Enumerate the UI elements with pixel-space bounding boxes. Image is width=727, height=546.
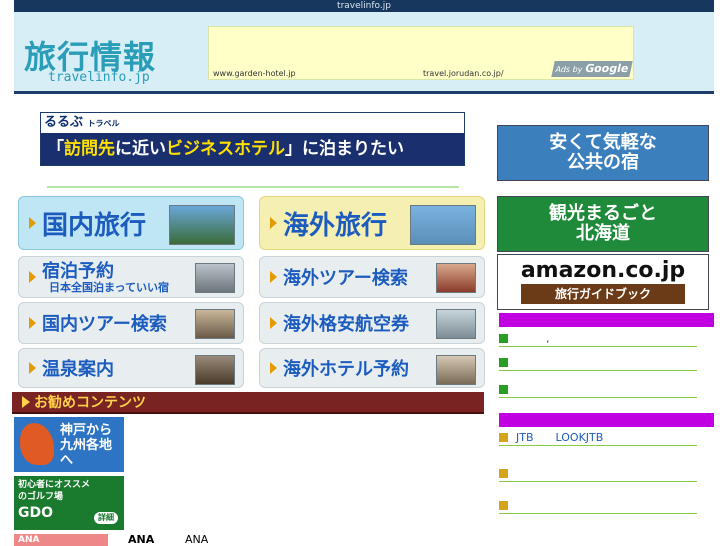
rooster-icon [20, 423, 54, 465]
rurubu-brand: るるぶ [44, 115, 84, 130]
arrow-icon [29, 362, 36, 374]
tile-label: 海外ホテル予約 [283, 359, 409, 380]
tile-lodging-reservation[interactable]: 宿泊予約 日本全国泊まっていい宿 [18, 256, 244, 298]
ana-text[interactable]: ANA [185, 533, 208, 546]
public-lodging-banner[interactable]: 安くて気軽な 公共の宿 [497, 125, 709, 181]
rurubu-brand-sub: トラベル [87, 119, 120, 128]
tile-label: 海外旅行 [283, 210, 388, 241]
rurubu-logo: るるぶ トラベル [41, 113, 464, 133]
right-link-5[interactable] [499, 466, 697, 482]
site-name: travelinfo.jp [337, 1, 391, 11]
tile-domestic-tour-search[interactable]: 国内ツアー検索 [18, 302, 244, 344]
building-photo [195, 263, 235, 293]
skymark-line1: 神戸から [60, 423, 113, 438]
arrow-icon [270, 317, 277, 329]
gdo-golf-banner[interactable]: 初心者にオススメ のゴルフ場 GDO 詳細 [14, 476, 124, 530]
skymark-line2: 九州各地へ [60, 438, 113, 468]
bullet-icon [499, 358, 508, 367]
header: 旅行情報 travelinfo.jp www.garden-hotel.jp t… [14, 12, 714, 94]
hokkaido-line1: 観光まるごと [549, 203, 657, 224]
right-link-jtb[interactable]: JTB LOOKJTB [499, 430, 697, 446]
slogan-mid: に近い [115, 139, 166, 159]
ana-link[interactable]: ANA [128, 533, 154, 546]
slogan-close: 」に泊まりたい [285, 139, 404, 159]
bullet-icon [499, 469, 508, 478]
tile-label: 海外格安航空券 [283, 314, 409, 335]
hot-spring-photo [195, 355, 235, 385]
ad-link-garden-hotel[interactable]: www.garden-hotel.jp [213, 69, 296, 78]
tile-label: 国内ツアー検索 [42, 314, 167, 335]
ads-by-label: Ads by [554, 65, 584, 74]
bullet-icon [499, 433, 508, 442]
arrow-icon [270, 271, 277, 283]
train-photo [195, 309, 235, 339]
divider-line [47, 186, 459, 188]
jtb-link[interactable]: JTB [516, 431, 534, 444]
public-lodging-line2: 公共の宿 [567, 152, 639, 173]
arrow-icon [29, 271, 36, 283]
right-link-text: , [546, 332, 550, 345]
public-lodging-line1: 安くて気軽な [549, 132, 657, 153]
right-link-3[interactable] [499, 382, 697, 398]
ads-by-google-button[interactable]: Ads by Google [551, 61, 633, 77]
tile-overseas-hotel-reservation[interactable]: 海外ホテル予約 [259, 348, 485, 388]
gdo-details-button[interactable]: 詳細 [94, 512, 118, 524]
slogan-open: 「 [47, 139, 64, 159]
arrow-icon [270, 217, 277, 229]
skymark-banner[interactable]: 神戸から 九州各地へ SKYMARK AIRLINES [14, 417, 124, 479]
rurubu-slogan: 「訪問先に近いビジネスホテル」に泊まりたい [41, 133, 464, 165]
gdo-line2: のゴルフ場 [18, 492, 64, 502]
ana-banner[interactable]: ANA [14, 534, 108, 546]
hokkaido-banner[interactable]: 観光まるごと 北海道 [497, 196, 709, 252]
statue-of-liberty-photo [410, 205, 476, 245]
right-link-2[interactable] [499, 355, 697, 371]
tile-overseas-tour-search[interactable]: 海外ツアー検索 [259, 256, 485, 298]
arrow-icon [270, 362, 277, 374]
hokkaido-text: 観光まるごと 北海道 [549, 204, 657, 244]
logo-subtitle[interactable]: travelinfo.jp [48, 70, 150, 85]
tile-label: 国内旅行 [42, 210, 147, 241]
lookjtb-link[interactable]: LOOKJTB [556, 431, 604, 444]
amazon-guidebook-banner[interactable]: amazon.co.jp 旅行ガイドブック [497, 254, 709, 310]
tile-sublabel: 日本全国泊まっていい宿 [49, 281, 170, 294]
temple-photo [436, 263, 476, 293]
public-lodging-text: 安くて気軽な 公共の宿 [549, 133, 656, 173]
hokkaido-line2: 北海道 [576, 223, 630, 244]
bullet-icon [499, 501, 508, 510]
tile-onsen-guide[interactable]: 温泉案内 [18, 348, 244, 388]
tile-overseas-travel[interactable]: 海外旅行 [259, 196, 485, 250]
rurubu-hotel-banner[interactable]: るるぶ トラベル 「訪問先に近いビジネスホテル」に泊まりたい [40, 112, 465, 166]
tile-label: 海外ツアー検索 [283, 268, 408, 289]
tile-cheap-flights[interactable]: 海外格安航空券 [259, 302, 485, 344]
arrow-icon [29, 317, 36, 329]
google-label: Google [583, 62, 630, 75]
tile-domestic-travel[interactable]: 国内旅行 [18, 196, 244, 250]
google-ad-box: www.garden-hotel.jp travel.jorudan.co.jp… [208, 26, 634, 80]
coast-photo [169, 205, 235, 245]
right-link-6[interactable] [499, 498, 697, 514]
ana-badge: ANA [18, 535, 40, 545]
bullet-icon [499, 385, 508, 394]
amazon-guide-label: 旅行ガイドブック [520, 283, 686, 304]
recommended-content-title: お勧めコンテンツ [34, 395, 146, 411]
airplane-photo [436, 309, 476, 339]
recommended-content-header: お勧めコンテンツ [12, 392, 484, 414]
slogan-highlight2: ビジネスホテル [166, 139, 285, 159]
hotel-room-photo [436, 355, 476, 385]
slogan-highlight: 訪問先 [64, 139, 115, 159]
amazon-logo: amazon.co.jp [520, 257, 686, 283]
gdo-line1: 初心者にオススメ [18, 480, 91, 490]
top-bar: travelinfo.jp [14, 0, 714, 12]
amazon-text: amazon.co.jp 旅行ガイドブック [520, 257, 686, 304]
bullet-icon [499, 334, 508, 343]
arrow-icon [29, 217, 36, 229]
ad-link-jorudan[interactable]: travel.jorudan.co.jp/ [423, 69, 504, 78]
right-link-1[interactable]: , [499, 331, 697, 347]
section-bar-1 [499, 313, 714, 327]
triangle-icon [22, 396, 30, 408]
tile-label: 温泉案内 [42, 359, 114, 380]
section-bar-2 [499, 413, 714, 427]
